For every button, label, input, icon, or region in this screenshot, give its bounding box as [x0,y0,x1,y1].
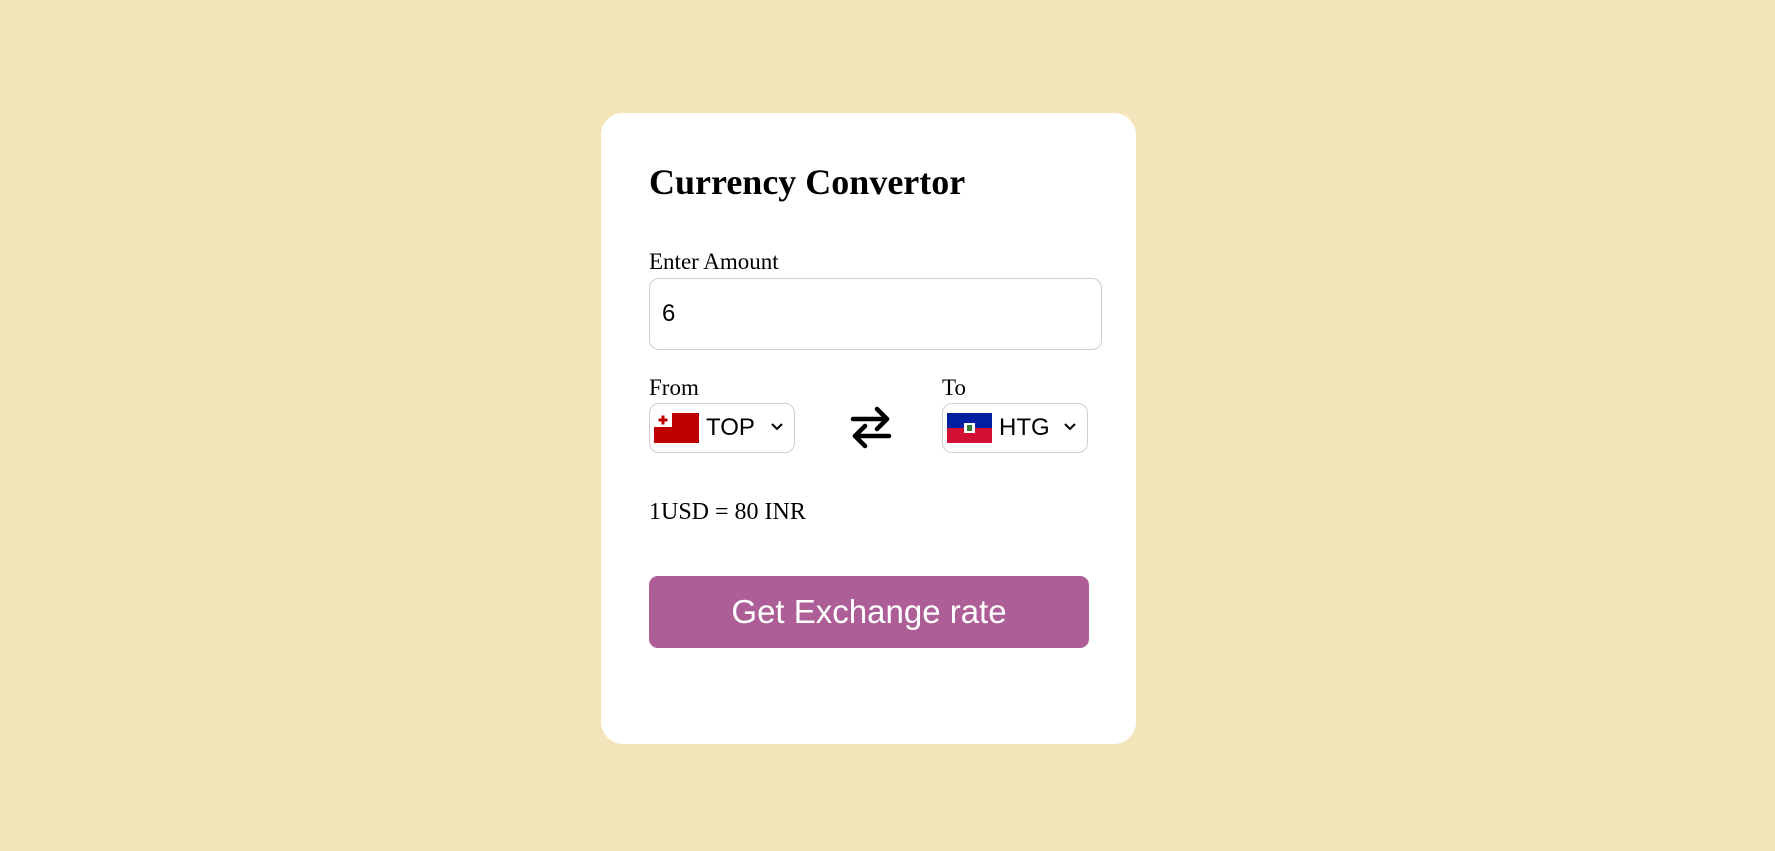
to-currency-code: HTG [999,414,1050,441]
exchange-rate-text: 1USD = 80 INR [649,499,806,525]
haiti-flag-icon [947,413,992,443]
chevron-down-icon [771,423,783,431]
converter-card: Currency Convertor Enter Amount From TOP… [601,113,1136,744]
from-label: From [649,375,699,400]
amount-label: Enter Amount [649,249,779,274]
from-currency-select[interactable]: TOP [649,403,795,453]
page-title: Currency Convertor [649,162,966,202]
tonga-flag-icon [654,413,699,443]
from-currency-code: TOP [706,414,755,441]
to-label: To [942,375,966,400]
to-currency-select[interactable]: HTG [942,403,1088,453]
chevron-down-icon [1064,423,1076,431]
get-exchange-rate-button[interactable]: Get Exchange rate [649,576,1089,648]
swap-arrows-icon[interactable] [848,404,894,450]
amount-input[interactable] [649,278,1102,350]
